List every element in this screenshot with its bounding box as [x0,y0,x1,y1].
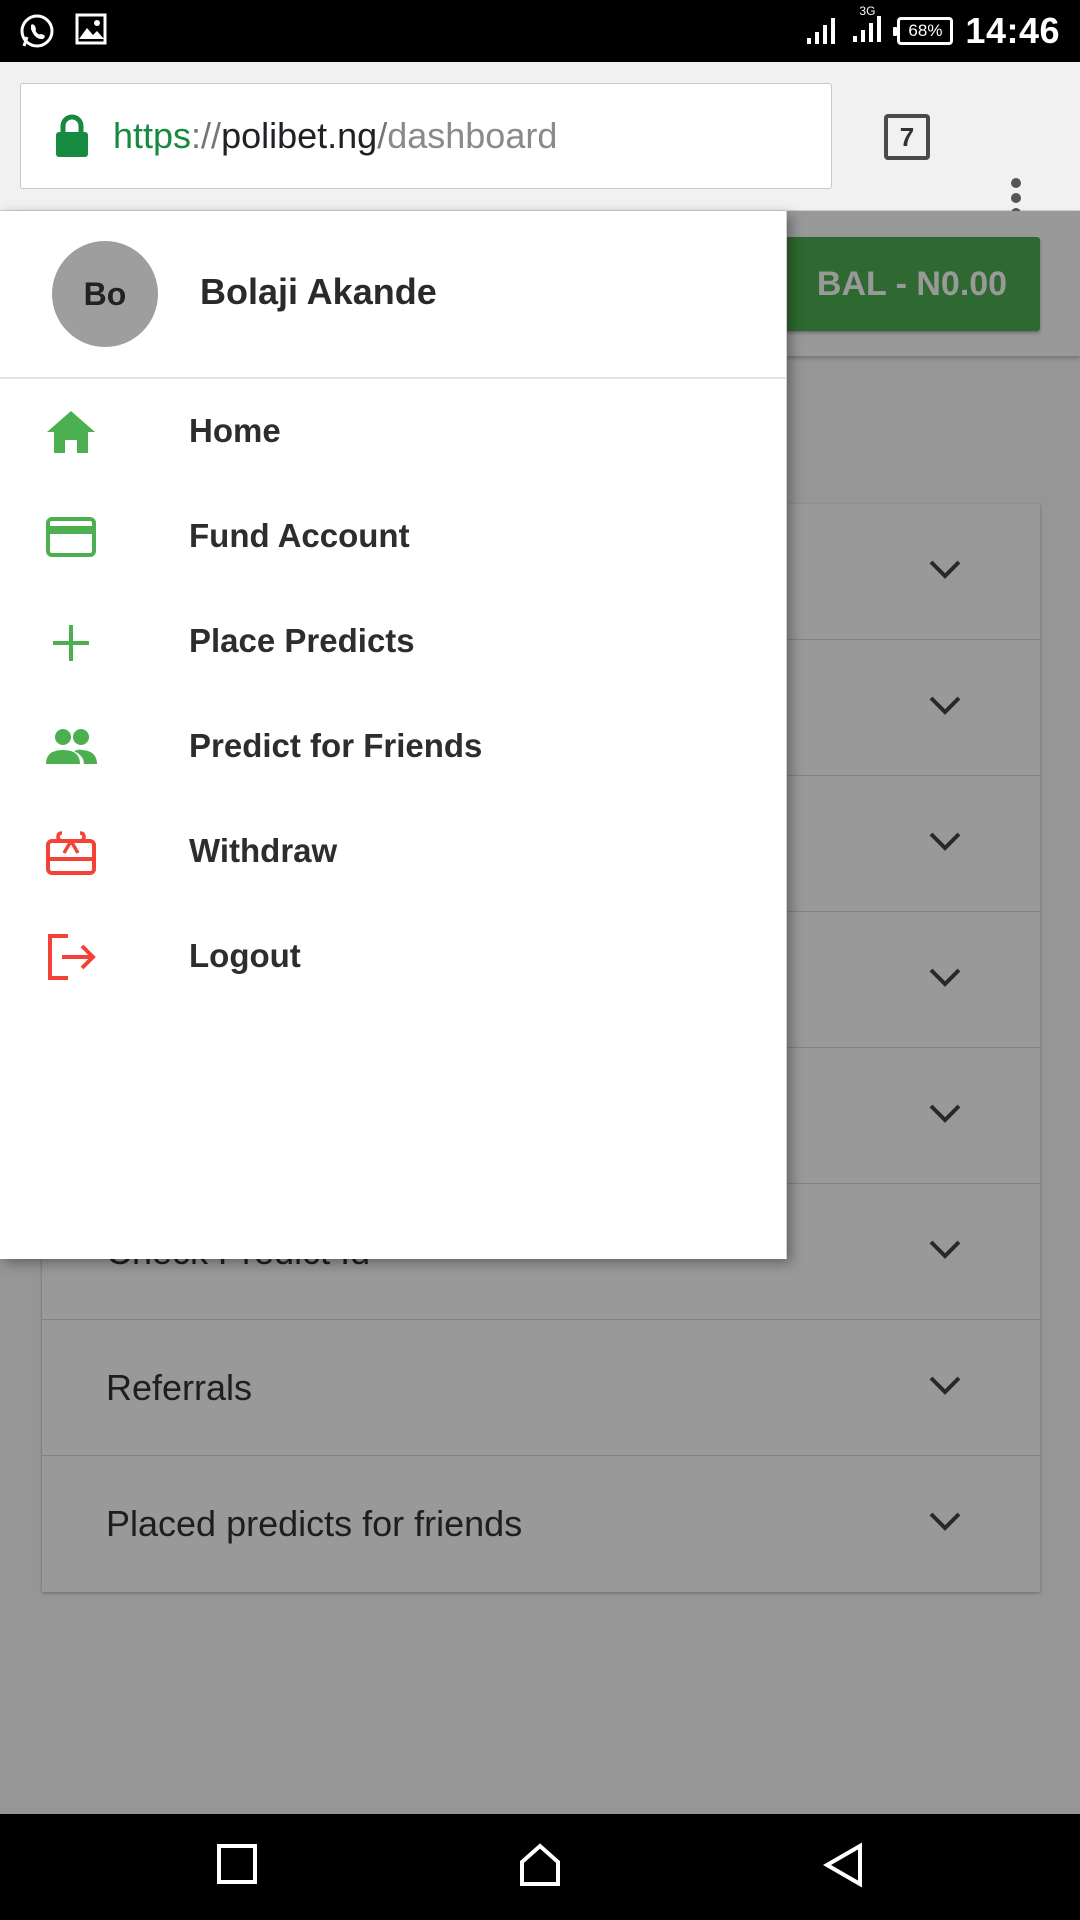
menu-item-fund-account[interactable]: Fund Account [0,484,786,589]
whatsapp-icon [20,14,54,48]
lock-icon [56,114,88,157]
logout-icon [48,934,96,980]
battery-indicator: 68% [893,17,954,45]
status-time: 14:46 [965,10,1060,51]
avatar: Bo [52,241,158,347]
credit-card-icon [46,517,96,557]
signal-icon-2 [853,15,882,42]
menu-item-logout[interactable]: Logout [0,904,786,1009]
image-icon [75,13,107,45]
people-icon [46,729,97,764]
menu-item-label: Place Predicts [189,622,415,659]
system-nav-bar [0,1814,1080,1920]
menu-item-withdraw[interactable]: Withdraw [0,799,786,904]
menu-item-place-predicts[interactable]: Place Predicts [0,589,786,694]
status-bar: 3G 68% 14:46 [0,0,1080,62]
menu-item-label: Predict for Friends [189,727,483,764]
home-icon [47,411,95,453]
gift-card-icon [46,831,96,875]
menu-item-label: Home [189,412,281,449]
menu-item-label: Logout [189,937,301,974]
back-icon[interactable] [822,1842,866,1888]
menu-item-home[interactable]: Home [0,379,786,484]
user-name: Bolaji Akande [200,271,437,312]
browser-toolbar: https://polibet.ng/dashboard 7 [0,62,1080,218]
url-scheme: https [113,115,192,156]
menu-item-label: Fund Account [189,517,410,554]
plus-icon [53,625,89,661]
tab-switcher-button[interactable]: 7 [884,114,930,160]
url-text[interactable]: https://polibet.ng/dashboard [113,115,557,157]
url-separator: :// [191,115,222,156]
navigation-drawer: Bo Bolaji Akande Home Fund Account Place… [0,211,787,1259]
drawer-user-header: Bo Bolaji Akande [0,211,786,379]
url-path: dashboard [387,115,558,156]
address-bar[interactable]: https://polibet.ng/dashboard [20,83,832,189]
url-host: polibet.ng [221,115,378,156]
menu-item-predict-for-friends[interactable]: Predict for Friends [0,694,786,799]
signal-icon [807,18,836,44]
network-type: 3G [859,3,876,18]
recents-icon[interactable] [215,1842,259,1886]
menu-item-label: Withdraw [189,832,338,869]
url-slash: / [377,115,388,156]
network-indicator: 3G [851,4,885,49]
home-button-icon[interactable] [518,1842,562,1888]
